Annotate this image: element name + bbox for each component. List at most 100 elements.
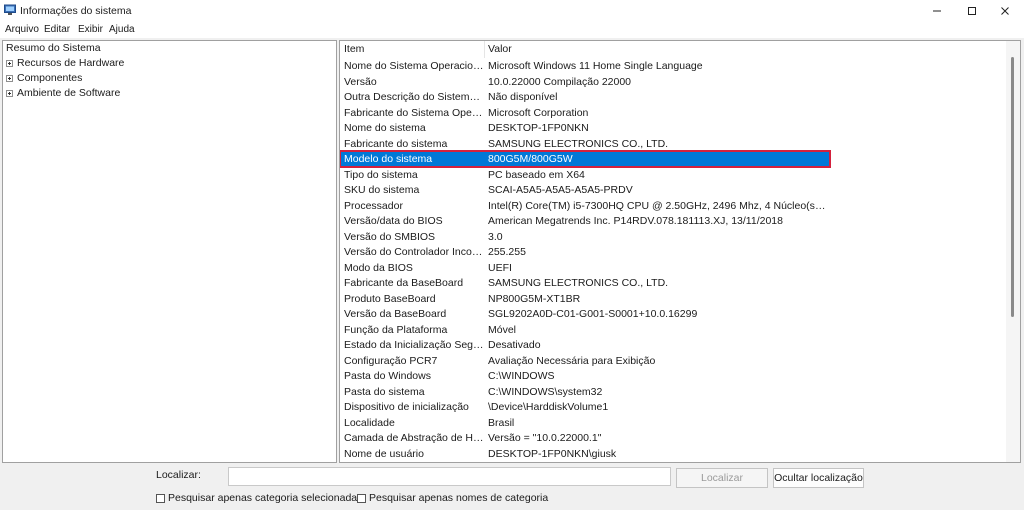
menu-editar[interactable]: Editar: [44, 24, 70, 35]
row-item: Tipo do sistema: [344, 168, 418, 181]
find-button[interactable]: Localizar: [676, 468, 768, 488]
row-value: Não disponível: [488, 91, 558, 103]
list-row[interactable]: Localidade Brasil: [340, 415, 1007, 431]
list-row[interactable]: Versão do Controlador Incorp... 255.255: [340, 244, 1007, 260]
row-item: Versão da BaseBoard: [344, 308, 447, 320]
column-divider[interactable]: [484, 41, 485, 58]
checkbox[interactable]: [156, 493, 165, 503]
list-row[interactable]: Produto BaseBoard NP800G5M-XT1BR: [340, 291, 1007, 307]
list-row[interactable]: Camada de Abstração de Har... Versão = "1…: [340, 430, 1007, 446]
list-row[interactable]: Versão da BaseBoard SGL9202A0D-C01-G001-S…: [340, 306, 1007, 322]
maximize-icon: [968, 7, 976, 15]
expand-icon[interactable]: [6, 89, 13, 97]
menu-ajuda[interactable]: Ajuda: [109, 24, 135, 35]
column-header-value[interactable]: Valor: [488, 41, 512, 58]
list-row[interactable]: Nome do Sistema Operacional Microsoft Win…: [340, 58, 1007, 74]
list-row[interactable]: Estado da Inicialização Segura Desativado: [340, 337, 1007, 353]
row-item: Pasta do Windows: [344, 370, 431, 382]
menu-bar: Arquivo Editar Exibir Ajuda: [0, 22, 1024, 38]
row-item: Dispositivo de inicialização: [344, 401, 469, 413]
row-item: Nome do Sistema Operacional: [344, 60, 484, 72]
list-row[interactable]: Processador Intel(R) Core(TM) i5-7300HQ C…: [340, 198, 1007, 214]
row-item: Fabricante da BaseBoard: [344, 277, 464, 289]
search-panel: Localizar: Localizar Ocultar localização…: [0, 464, 1024, 510]
tree-item-software[interactable]: Ambiente de Software: [6, 87, 120, 99]
checkbox-label: Pesquisar apenas categoria selecionada: [168, 492, 358, 504]
expand-icon[interactable]: [6, 59, 13, 67]
row-value: 3.0: [488, 230, 503, 243]
row-item: Camada de Abstração de Har...: [344, 432, 484, 444]
list-row[interactable]: Modelo do sistema 800G5M/800G5W: [340, 150, 831, 168]
row-item: Versão do SMBIOS: [344, 230, 436, 243]
list-row[interactable]: Nome do sistema DESKTOP-1FP0NKN: [340, 120, 1007, 136]
checkbox-category-names[interactable]: Pesquisar apenas nomes de categoria: [357, 492, 548, 504]
row-value: \Device\HarddiskVolume1: [488, 401, 609, 413]
menu-exibir[interactable]: Exibir: [78, 24, 103, 35]
tree-item-label: Recursos de Hardware: [17, 57, 125, 69]
row-value: 10.0.22000 Compilação 22000: [488, 75, 632, 88]
list-row[interactable]: Fabricante do sistema SAMSUNG ELECTRONICS…: [340, 136, 1007, 152]
row-item: Nome de usuário: [344, 447, 424, 460]
row-item: Configuração PCR7: [344, 354, 438, 367]
search-input[interactable]: [228, 467, 671, 486]
list-row[interactable]: Modo da BIOS UEFI: [340, 260, 1007, 276]
row-value: 255.255: [488, 246, 526, 258]
tree-item-hardware[interactable]: Recursos de Hardware: [6, 57, 124, 69]
row-item: Nome do sistema: [344, 122, 426, 134]
row-value: Brasil: [488, 416, 515, 429]
row-item: Processador: [344, 199, 403, 212]
list-row[interactable]: Dispositivo de inicialização \Device\Hard…: [340, 399, 1007, 415]
column-header-item[interactable]: Item: [344, 41, 364, 58]
expand-icon[interactable]: [6, 74, 13, 82]
window-title: Informações do sistema: [20, 5, 132, 17]
list-row[interactable]: Configuração PCR7 Avaliação Necessária pa…: [340, 353, 1007, 369]
row-item: Modo da BIOS: [344, 261, 413, 274]
tree-item-resumo[interactable]: Resumo do Sistema: [6, 42, 101, 54]
list-row[interactable]: Pasta do sistema C:\WINDOWS\system32: [340, 384, 1007, 400]
list-row[interactable]: Função da Plataforma Móvel: [340, 322, 1007, 338]
list-row[interactable]: Pasta do Windows C:\WINDOWS: [340, 368, 1007, 384]
row-value: Microsoft Corporation: [488, 106, 589, 119]
row-item: Fabricante do sistema: [344, 137, 448, 150]
row-item: Função da Plataforma: [344, 323, 448, 336]
vertical-scrollbar[interactable]: [1006, 41, 1020, 462]
row-value: SCAI-A5A5-A5A5-A5A5-PRDV: [488, 184, 633, 196]
list-row[interactable]: Fabricante da BaseBoard SAMSUNG ELECTRONI…: [340, 275, 1007, 291]
list-row[interactable]: Versão/data do BIOS American Megatrends I…: [340, 213, 1007, 229]
list-row[interactable]: Tipo do sistema PC baseado em X64: [340, 167, 1007, 183]
list-row[interactable]: Versão do SMBIOS 3.0: [340, 229, 1007, 245]
row-value: DESKTOP-1FP0NKN\giusk: [488, 447, 617, 460]
row-value: NP800G5M-XT1BR: [488, 292, 581, 305]
tree-item-componentes[interactable]: Componentes: [6, 72, 82, 84]
list-row[interactable]: Fabricante do Sistema Operac... Microsoft…: [340, 105, 1007, 121]
row-value: SAMSUNG ELECTRONICS CO., LTD.: [488, 137, 669, 150]
list-row[interactable]: Versão 10.0.22000 Compilação 22000: [340, 74, 1007, 90]
details-list[interactable]: Item Valor Nome do Sistema Operacional Mi…: [339, 40, 1021, 463]
row-item: Versão/data do BIOS: [344, 215, 443, 227]
row-item: Pasta do sistema: [344, 385, 425, 398]
checkbox-selected-category[interactable]: Pesquisar apenas categoria selecionada: [156, 492, 357, 504]
list-row[interactable]: SKU do sistema SCAI-A5A5-A5A5-A5A5-PRDV: [340, 182, 1007, 198]
menu-arquivo[interactable]: Arquivo: [5, 24, 39, 35]
list-row[interactable]: Outra Descrição do Sistema O... Não dispo…: [340, 89, 1007, 105]
row-value: C:\WINDOWS\system32: [488, 385, 603, 398]
row-item: Versão do Controlador Incorp...: [344, 246, 484, 258]
list-row[interactable]: Nome de usuário DESKTOP-1FP0NKN\giusk: [340, 446, 1007, 462]
row-item: Outra Descrição do Sistema O...: [344, 91, 484, 103]
row-value: DESKTOP-1FP0NKN: [488, 122, 589, 134]
row-value: Versão = "10.0.22000.1": [488, 432, 602, 444]
row-value: Intel(R) Core(TM) i5-7300HQ CPU @ 2.50GH…: [488, 199, 826, 212]
maximize-button[interactable]: [955, 0, 989, 22]
row-value: Móvel: [488, 323, 517, 336]
scrollbar-thumb[interactable]: [1011, 57, 1014, 317]
row-item: Localidade: [344, 416, 395, 429]
system-info-icon: [4, 4, 16, 15]
row-item: Fabricante do Sistema Operac...: [344, 106, 484, 119]
checkbox[interactable]: [357, 493, 366, 503]
category-tree[interactable]: Resumo do Sistema Recursos de Hardware C…: [2, 40, 337, 463]
close-button[interactable]: [988, 0, 1022, 22]
row-item: Produto BaseBoard: [344, 292, 436, 305]
hide-search-button[interactable]: Ocultar localização: [773, 468, 864, 488]
row-value: SAMSUNG ELECTRONICS CO., LTD.: [488, 277, 669, 289]
minimize-button[interactable]: [920, 0, 954, 22]
